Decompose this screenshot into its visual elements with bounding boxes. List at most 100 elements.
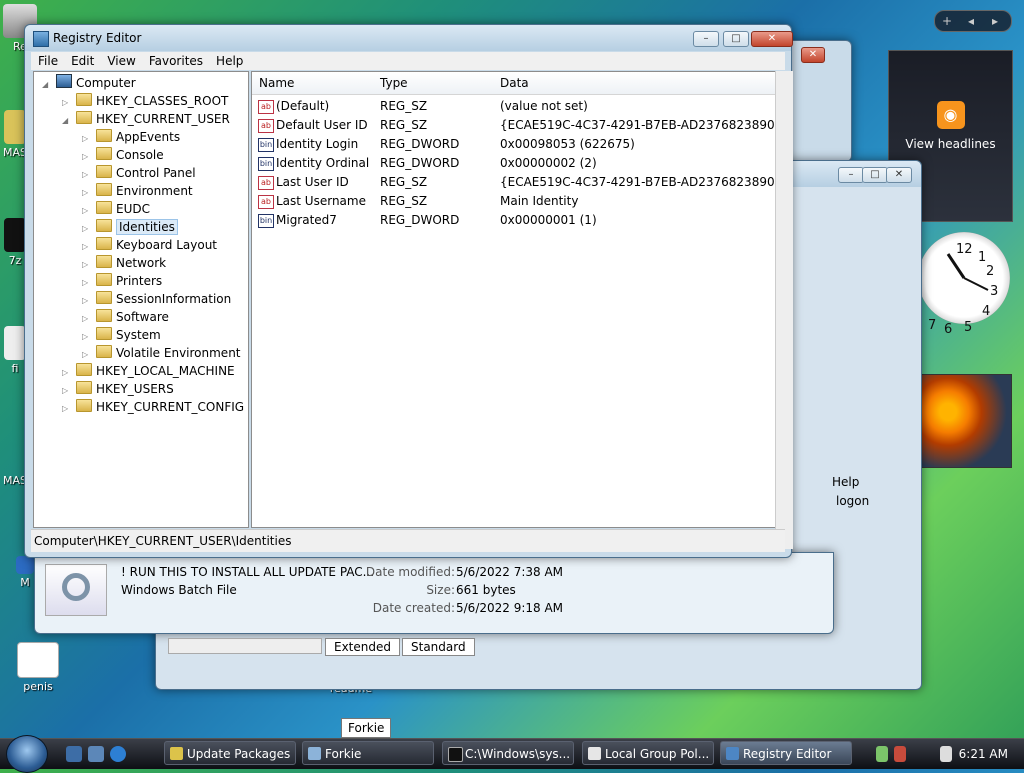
close-icon[interactable]: ✕: [886, 167, 912, 183]
tree-node[interactable]: ◢ Computer: [42, 74, 136, 92]
switch-windows-icon[interactable]: [88, 746, 104, 762]
value-name: Last User ID: [276, 175, 349, 189]
tree-node[interactable]: ▷ HKEY_LOCAL_MACHINE: [62, 362, 235, 380]
column-data[interactable]: Data: [500, 76, 529, 90]
value-data: 0x00098053 (622675): [500, 137, 635, 151]
tree-node[interactable]: ▷ EUDC: [82, 200, 150, 218]
menu-help[interactable]: Help: [209, 52, 249, 68]
tree-node-label: EUDC: [116, 202, 150, 216]
binary-value-icon: bin: [258, 157, 274, 171]
tree-node[interactable]: ▷ HKEY_USERS: [62, 380, 174, 398]
tree-node[interactable]: ▷ Identities: [82, 218, 178, 236]
list-header: Name Type Data: [252, 72, 784, 95]
value-type: REG_DWORD: [380, 137, 460, 151]
tree-node[interactable]: ▷ Console: [82, 146, 164, 164]
folder-icon: [96, 129, 112, 142]
list-item[interactable]: ab Last User ID REG_SZ {ECAE519C-4C37-4291-…: [252, 173, 784, 192]
list-item[interactable]: bin Identity Ordinal REG_DWORD 0x00000002 (…: [252, 154, 784, 173]
list-item[interactable]: ab Default User ID REG_SZ {ECAE519C-4C37-42…: [252, 116, 784, 135]
tree-node-label: AppEvents: [116, 130, 181, 144]
value-type: REG_SZ: [380, 99, 428, 113]
value-data: {ECAE519C-4C37-4291-B7EB-AD2376823890}: [500, 175, 783, 189]
registry-icon: [726, 747, 739, 760]
tree-node[interactable]: ▷ AppEvents: [82, 128, 180, 146]
taskbar: Update Packages Forkie C:\Windows\sys...…: [0, 735, 1024, 773]
menu-view[interactable]: View: [100, 52, 141, 68]
list-item[interactable]: bin Migrated7 REG_DWORD 0x00000001 (1): [252, 211, 784, 230]
tree-node[interactable]: ▷ HKEY_CURRENT_CONFIG: [62, 398, 244, 416]
tree-node[interactable]: ▷ Control Panel: [82, 164, 196, 182]
string-value-icon: ab: [258, 119, 274, 133]
list-item[interactable]: ab (Default) REG_SZ (value not set): [252, 97, 784, 116]
maximize-icon[interactable]: □: [723, 31, 749, 47]
next-button[interactable]: ▸: [983, 11, 1007, 31]
tree-node[interactable]: ▷ Printers: [82, 272, 162, 290]
list-item[interactable]: ab Last Username REG_SZ Main Identity: [252, 192, 784, 211]
desktop-icon-penis[interactable]: penis: [12, 642, 64, 693]
minimize-icon[interactable]: –: [838, 167, 864, 183]
expand-icon[interactable]: ▷: [62, 400, 72, 418]
horizontal-scrollbar[interactable]: [168, 638, 322, 654]
previous-button[interactable]: ◂: [959, 11, 983, 31]
value-name: Default User ID: [276, 118, 368, 132]
maximize-icon[interactable]: □: [862, 167, 888, 183]
collapse-icon[interactable]: ◢: [62, 112, 72, 130]
date-created: 5/6/2022 9:18 AM: [456, 601, 564, 615]
list-item[interactable]: bin Identity Login REG_DWORD 0x00098053 (62…: [252, 135, 784, 154]
menu-favorites[interactable]: Favorites: [142, 52, 209, 68]
taskbar-local-group-policy[interactable]: Local Group Pol...: [582, 741, 714, 765]
tree-node[interactable]: ▷ Keyboard Layout: [82, 236, 217, 254]
menu-file[interactable]: File: [31, 52, 64, 68]
tab-extended[interactable]: Extended: [325, 638, 400, 656]
taskbar-forkie[interactable]: Forkie: [302, 741, 434, 765]
string-value-icon: ab: [258, 176, 274, 190]
network-icon[interactable]: [876, 746, 888, 762]
internet-explorer-icon[interactable]: [110, 746, 126, 762]
close-icon[interactable]: ✕: [801, 47, 825, 63]
tree-node-label: Keyboard Layout: [116, 238, 218, 252]
tree-node[interactable]: ▷ Network: [82, 254, 166, 272]
title-bar[interactable]: Registry Editor – □ ✕: [25, 25, 793, 51]
tree-node[interactable]: ▷ Volatile Environment: [82, 344, 241, 362]
collapse-icon[interactable]: ◢: [42, 76, 52, 94]
tree-node[interactable]: ▷ HKEY_CLASSES_ROOT: [62, 92, 228, 110]
key-tree[interactable]: ◢ Computer ▷ HKEY_CLASSES_ROOT ◢ HKEY_CURRENT…: [33, 71, 249, 528]
start-button[interactable]: [6, 735, 48, 773]
file-details-pane: ! RUN THIS TO INSTALL ALL UPDATE PAC... …: [34, 552, 834, 634]
vertical-scrollbar[interactable]: [775, 71, 793, 549]
column-name[interactable]: Name: [259, 76, 294, 90]
file-icon: [4, 110, 26, 144]
tab-standard[interactable]: Standard: [402, 638, 475, 656]
status-bar: Computer\HKEY_CURRENT_USER\Identities: [31, 529, 785, 552]
taskbar-update-packages[interactable]: Update Packages: [164, 741, 296, 765]
tree-node-label: Volatile Environment: [116, 346, 241, 360]
tree-node[interactable]: ▷ SessionInformation: [82, 290, 231, 308]
volume-icon[interactable]: [940, 746, 952, 762]
system-clock[interactable]: 6:21 AM: [959, 739, 1008, 769]
folder-icon: [96, 165, 112, 178]
taskbar-cmd[interactable]: C:\Windows\sys...: [442, 741, 574, 765]
close-icon[interactable]: ✕: [751, 31, 793, 47]
clock-gadget[interactable]: 12 1 2 3 4 5 6 7: [918, 232, 1010, 337]
folder-icon: [76, 93, 92, 106]
menu-edit[interactable]: Edit: [64, 52, 100, 68]
file-name: ! RUN THIS TO INSTALL ALL UPDATE PAC...: [121, 565, 375, 579]
slideshow-gadget[interactable]: [920, 374, 1012, 468]
values-list[interactable]: Name Type Data ab (Default) REG_SZ (value n…: [251, 71, 785, 528]
add-gadget-button[interactable]: +: [935, 11, 959, 31]
tree-node[interactable]: ▷ System: [82, 326, 161, 344]
string-value-icon: ab: [258, 195, 274, 209]
value-data: 0x00000002 (2): [500, 156, 597, 170]
security-icon[interactable]: [894, 746, 906, 762]
view-tabs: Extended Standard: [325, 638, 477, 656]
batch-file-icon: [45, 564, 107, 616]
tree-node[interactable]: ▷ Environment: [82, 182, 193, 200]
tree-node[interactable]: ◢ HKEY_CURRENT_USER: [62, 110, 230, 128]
taskbar-registry-editor[interactable]: Registry Editor: [720, 741, 852, 765]
column-type[interactable]: Type: [380, 76, 408, 90]
show-desktop-icon[interactable]: [66, 746, 82, 762]
tree-node[interactable]: ▷ Software: [82, 308, 169, 326]
folder-icon: [96, 237, 112, 250]
registry-editor-window[interactable]: Registry Editor – □ ✕ File Edit View Favori…: [24, 24, 793, 558]
minimize-icon[interactable]: –: [693, 31, 719, 47]
